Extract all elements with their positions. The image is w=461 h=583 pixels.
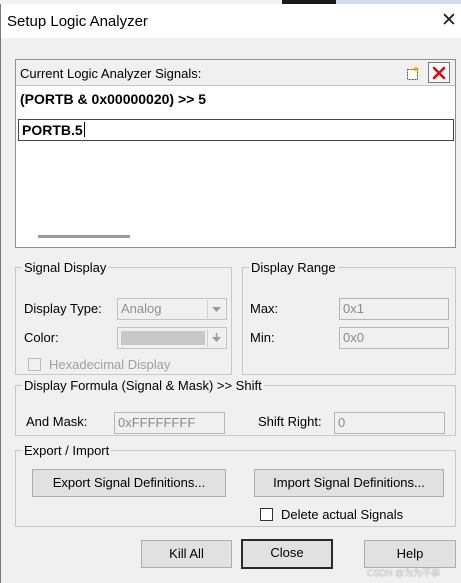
delete-actual-signals-label: Delete actual Signals <box>281 507 404 522</box>
export-import-legend: Export / Import <box>24 443 110 458</box>
and-mask-label: And Mask: <box>26 414 88 429</box>
window-title: Setup Logic Analyzer <box>7 13 148 30</box>
color-select[interactable] <box>117 327 227 349</box>
display-type-value: Analog <box>121 301 162 316</box>
signals-header: Current Logic Analyzer Signals: <box>16 60 455 86</box>
display-type-label: Display Type: <box>24 301 102 316</box>
export-signal-definitions-button[interactable]: Export Signal Definitions... <box>32 469 226 497</box>
shift-right-label: Shift Right: <box>258 414 322 429</box>
export-import-group: Export / Import Export Signal Definition… <box>15 443 456 527</box>
delete-actual-signals-checkbox[interactable] <box>260 508 273 521</box>
close-icon[interactable]: ✕ <box>437 9 461 33</box>
hex-display-label: Hexadecimal Display <box>49 357 171 372</box>
title-bar: Setup Logic Analyzer ✕ <box>1 4 461 38</box>
help-button[interactable]: Help <box>364 540 456 568</box>
signal-list-item[interactable]: (PORTB & 0x00000020) >> 5 <box>16 88 455 110</box>
signal-edit-field[interactable]: PORTB.5 <box>18 119 454 141</box>
close-button[interactable]: Close <box>241 539 333 569</box>
signals-header-label: Current Logic Analyzer Signals: <box>20 66 202 81</box>
kill-all-button[interactable]: Kill All <box>141 540 232 568</box>
color-label: Color: <box>24 330 59 345</box>
max-input[interactable]: 0x1 <box>339 298 449 320</box>
max-label: Max: <box>250 301 279 316</box>
text-caret <box>83 122 85 137</box>
display-range-group: Display Range Max: 0x1 Min: 0x0 <box>242 260 456 375</box>
display-formula-group: Display Formula (Signal & Mask) >> Shift… <box>15 378 456 436</box>
signal-edit-text: PORTB.5 <box>22 122 83 138</box>
horizontal-scrollbar[interactable] <box>38 235 130 238</box>
display-range-legend: Display Range <box>251 260 336 275</box>
watermark-text: CSDN @为为不恭 <box>367 568 441 578</box>
signals-panel: Current Logic Analyzer Signals: (PORTB &… <box>15 59 456 248</box>
setup-logic-analyzer-dialog: Setup Logic Analyzer ✕ Current Logic Ana… <box>0 4 461 583</box>
and-mask-input[interactable]: 0xFFFFFFFF <box>114 412 225 434</box>
signal-display-legend: Signal Display <box>24 260 107 275</box>
new-signal-icon[interactable] <box>402 62 424 83</box>
signal-display-group: Signal Display Display Type: Analog Colo… <box>15 260 232 375</box>
shift-right-input[interactable]: 0 <box>334 412 445 434</box>
delete-signal-icon[interactable] <box>428 62 450 83</box>
color-swatch <box>121 331 205 345</box>
display-formula-legend: Display Formula (Signal & Mask) >> Shift <box>24 378 262 393</box>
hex-display-checkbox[interactable] <box>28 358 41 371</box>
display-type-select[interactable]: Analog <box>117 298 227 320</box>
import-signal-definitions-button[interactable]: Import Signal Definitions... <box>254 469 444 497</box>
min-input[interactable]: 0x0 <box>339 327 449 349</box>
min-label: Min: <box>250 330 275 345</box>
chevron-down-icon <box>207 329 225 347</box>
chevron-down-icon <box>207 300 225 318</box>
